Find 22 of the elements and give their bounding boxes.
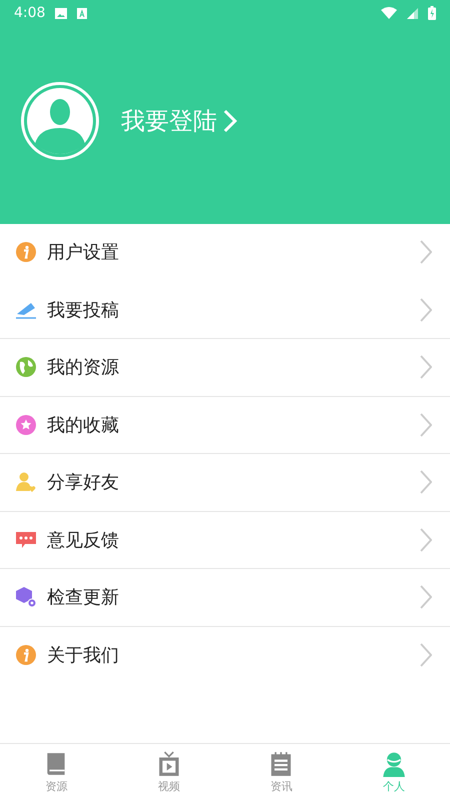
chevron-right-icon <box>420 585 432 610</box>
info-icon <box>15 241 37 264</box>
globe-icon <box>15 356 37 378</box>
chevron-right-icon <box>420 470 432 494</box>
chevron-right-icon <box>420 298 432 322</box>
chevron-right-icon <box>223 109 237 133</box>
chevron-right-icon <box>420 528 432 552</box>
signal-icon <box>407 8 418 18</box>
info-icon <box>15 644 37 666</box>
user-heart-icon <box>15 471 37 494</box>
chevron-right-icon <box>420 412 432 437</box>
person-icon <box>380 750 407 776</box>
chevron-right-icon <box>420 355 432 380</box>
image-icon <box>55 8 68 18</box>
text-icon <box>77 8 88 18</box>
chevron-right-icon <box>420 240 432 264</box>
battery-icon <box>428 6 436 20</box>
cube-gear-icon <box>15 586 37 608</box>
chevron-right-icon <box>420 642 432 667</box>
avatar-icon <box>21 82 99 160</box>
status-time: 4:08 <box>14 5 46 21</box>
wifi-icon <box>381 7 397 19</box>
